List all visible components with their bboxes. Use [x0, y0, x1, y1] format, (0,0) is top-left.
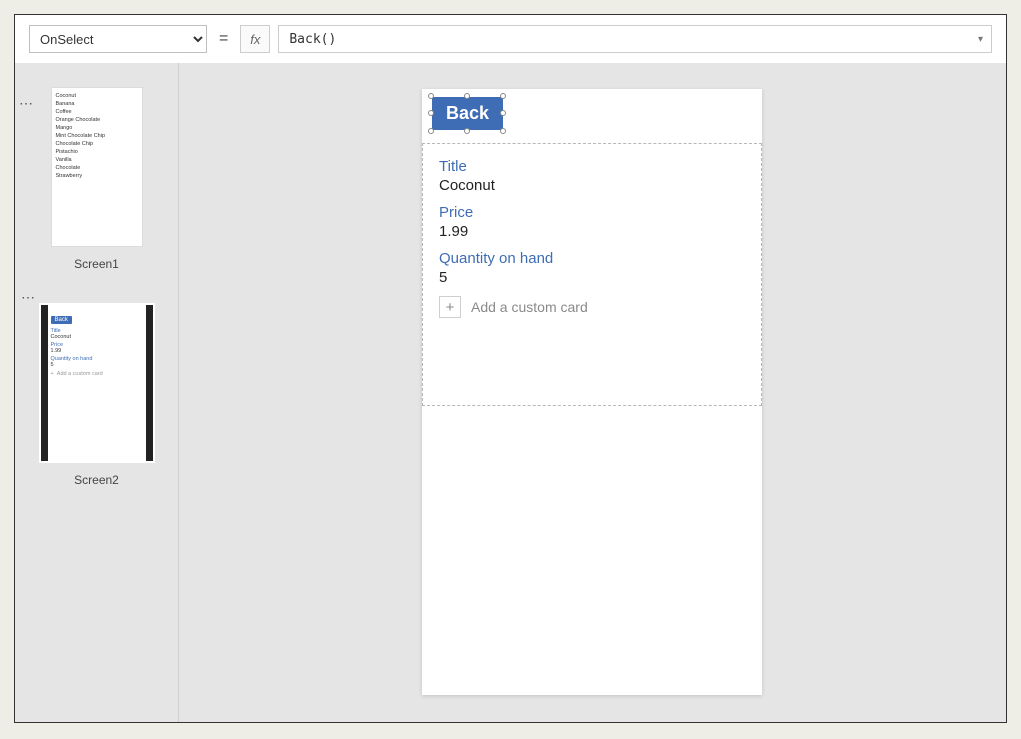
card-title[interactable]: Title Coconut — [439, 158, 745, 194]
field-value: Coconut — [439, 177, 745, 194]
card-price[interactable]: Price 1.99 — [439, 204, 745, 240]
field-label: Price — [439, 204, 745, 221]
add-custom-card[interactable]: + Add a custom card — [439, 296, 745, 318]
resize-handle[interactable] — [428, 128, 434, 134]
back-button[interactable]: Back — [432, 97, 503, 130]
mini-back-button: Back — [51, 316, 72, 324]
add-custom-card-label: Add a custom card — [471, 299, 588, 315]
design-canvas[interactable]: Back Title Coconut Price 1.99 — [179, 63, 1006, 722]
thumbnail-screen1-preview: Coconut Banana Coffee Orange Chocolate M… — [51, 87, 143, 247]
thumbnail-caption: Screen1 — [33, 257, 160, 271]
chevron-down-icon[interactable]: ▾ — [972, 34, 983, 45]
device-header: Back — [422, 89, 762, 143]
resize-handle[interactable] — [428, 93, 434, 99]
formula-bar: OnSelect = fx ▾ — [15, 15, 1006, 63]
thumbnail-caption: Screen2 — [33, 473, 160, 487]
detail-form[interactable]: Title Coconut Price 1.99 Quantity on han… — [422, 143, 762, 406]
resize-handle[interactable] — [464, 93, 470, 99]
resize-handle[interactable] — [464, 128, 470, 134]
field-value: 1.99 — [439, 223, 745, 240]
thumbnail-screen2-preview: Back Title Coconut Price 1.99 Quantity o… — [48, 305, 146, 461]
property-selector[interactable]: OnSelect — [29, 25, 207, 53]
card-quantity[interactable]: Quantity on hand 5 — [439, 250, 745, 286]
formula-input-wrap: ▾ — [278, 25, 992, 53]
more-icon[interactable]: ⋯ — [21, 289, 36, 306]
device-preview: Back Title Coconut Price 1.99 — [422, 89, 762, 695]
resize-handle[interactable] — [500, 128, 506, 134]
screen-thumbnail-panel: ⋯ Coconut Banana Coffee Orange Chocolate… — [15, 63, 179, 722]
thumbnail-screen2[interactable]: ⋯ Back Title Coconut Price 1.99 Quantity… — [33, 303, 160, 487]
thumbnail-screen1[interactable]: ⋯ Coconut Banana Coffee Orange Chocolate… — [15, 87, 178, 281]
mini-flavor-list: Coconut Banana Coffee Orange Chocolate M… — [52, 88, 142, 184]
formula-input[interactable] — [287, 31, 972, 48]
resize-handle[interactable] — [500, 110, 506, 116]
fx-icon[interactable]: fx — [240, 25, 270, 53]
equals-sign: = — [215, 30, 232, 48]
app-frame: OnSelect = fx ▾ ⋯ Coconut Banana Coffee … — [14, 14, 1007, 723]
plus-icon: + — [439, 296, 461, 318]
more-icon[interactable]: ⋯ — [19, 95, 34, 112]
field-label: Quantity on hand — [439, 250, 745, 267]
field-value: 5 — [439, 269, 745, 286]
resize-handle[interactable] — [500, 93, 506, 99]
resize-handle[interactable] — [428, 110, 434, 116]
field-label: Title — [439, 158, 745, 175]
